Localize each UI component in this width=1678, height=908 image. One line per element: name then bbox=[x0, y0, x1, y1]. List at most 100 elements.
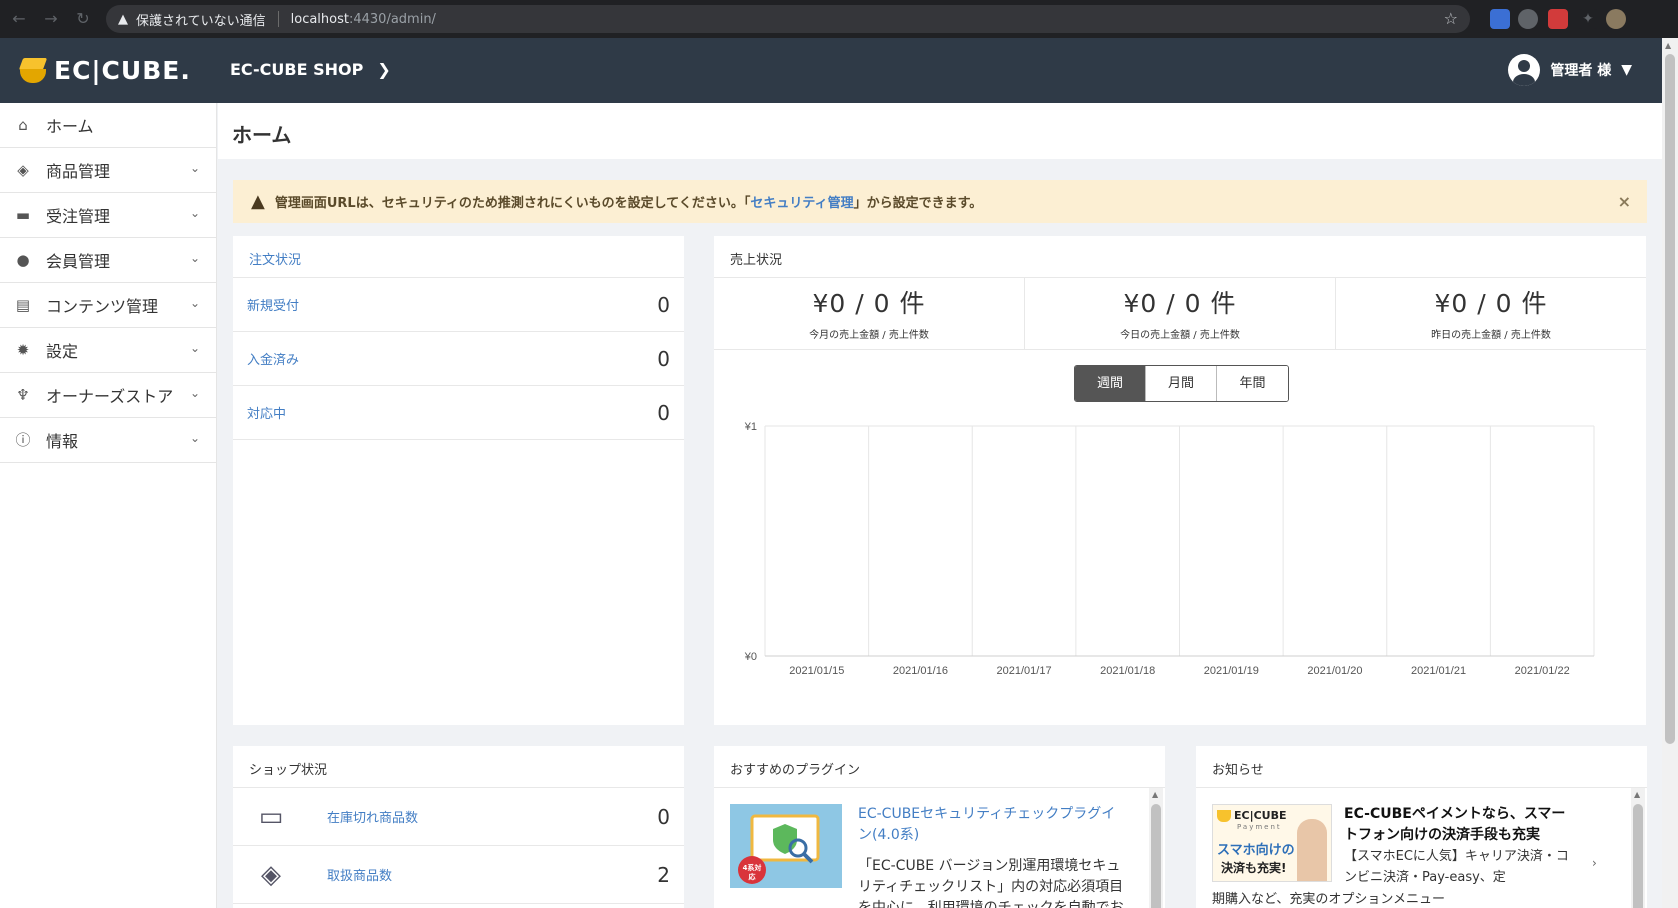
shop-status-card: ショップ状況 ▭ 在庫切れ商品数 0 ◈ 取扱商品数 2 bbox=[233, 746, 684, 908]
user-menu[interactable]: 管理者 様 ▼ bbox=[1508, 54, 1632, 86]
shop-row-out-of-stock[interactable]: ▭ 在庫切れ商品数 0 bbox=[233, 788, 684, 846]
plugin-title-link[interactable]: EC-CUBEセキュリティチェックプラグイン(4.0系) bbox=[858, 804, 1128, 846]
chevron-down-icon: ⌄ bbox=[189, 206, 200, 220]
extension-calendar-icon[interactable] bbox=[1490, 9, 1510, 29]
cart-icon: ▬ bbox=[15, 206, 31, 224]
shop-label[interactable]: 取扱商品数 bbox=[327, 865, 657, 884]
extension-dots-icon[interactable] bbox=[1548, 9, 1568, 29]
scroll-up-icon[interactable]: ▲ bbox=[1665, 41, 1671, 50]
shop-label[interactable]: 在庫切れ商品数 bbox=[327, 807, 657, 826]
order-label[interactable]: 入金済み bbox=[247, 349, 299, 368]
sidebar: ⌂ ホーム ◈ 商品管理 ⌄ ▬ 受注管理 ⌄ ● 会員管理 ⌄ ▤ コンテンツ… bbox=[0, 103, 217, 908]
shop-name: EC-CUBE SHOP bbox=[230, 60, 364, 79]
chevron-down-icon: ⌄ bbox=[189, 161, 200, 175]
inbox-icon: ▭ bbox=[258, 801, 284, 832]
news-item-title[interactable]: EC-CUBEペイメントなら、スマートフォン向けの決済手段も充実 bbox=[1344, 804, 1574, 846]
extension-puzzle-icon[interactable]: ✦ bbox=[1578, 9, 1598, 29]
order-row-paid[interactable]: 入金済み 0 bbox=[233, 332, 684, 386]
plugin-thumbnail[interactable]: 4系対応 bbox=[730, 804, 842, 888]
x-tick-label: 2021/01/22 bbox=[1515, 665, 1570, 677]
news-banner[interactable]: EC|CUBE Payment スマホ向けの 決済も充実! bbox=[1212, 804, 1332, 882]
stat-value: ¥0 / 0 件 bbox=[812, 289, 926, 318]
plugin-badge: 4系対応 bbox=[742, 864, 762, 881]
banner-brand: EC|CUBE bbox=[1234, 809, 1287, 822]
close-icon[interactable]: × bbox=[1618, 192, 1631, 211]
stat-today: ¥0 / 0 件 今日の売上金額 / 売上件数 bbox=[1025, 278, 1336, 349]
order-count: 0 bbox=[657, 292, 670, 317]
plugins-scrollbar[interactable]: ▲ bbox=[1149, 788, 1163, 908]
y-tick-label: ¥1 bbox=[744, 421, 757, 433]
sidebar-item-customers[interactable]: ● 会員管理 ⌄ bbox=[0, 238, 216, 283]
extension-chat-icon[interactable] bbox=[1518, 9, 1538, 29]
order-label[interactable]: 対応中 bbox=[247, 403, 286, 422]
order-row-new[interactable]: 新規受付 0 bbox=[233, 278, 684, 332]
user-name: 管理者 様 bbox=[1550, 63, 1612, 79]
url-host: localhost bbox=[290, 11, 349, 27]
security-alert: ▲ 管理画面URLは、セキュリティのため推測されにくいものを設定してください。「… bbox=[233, 180, 1647, 223]
y-tick-label: ¥0 bbox=[744, 651, 757, 663]
security-status[interactable]: 保護されていない通信 bbox=[136, 10, 266, 29]
chevron-down-icon: ⌄ bbox=[189, 431, 200, 445]
period-monthly-button[interactable]: 月間 bbox=[1146, 366, 1217, 401]
news-card: お知らせ EC|CUBE Payment スマホ向けの 決済も充実! EC-CU… bbox=[1196, 746, 1647, 908]
chevron-right-icon[interactable]: › bbox=[1592, 856, 1597, 870]
x-tick-label: 2021/01/20 bbox=[1307, 665, 1362, 677]
banner-line-1: スマホ向けの bbox=[1217, 843, 1295, 858]
sidebar-item-home[interactable]: ⌂ ホーム bbox=[0, 103, 216, 148]
security-settings-link[interactable]: セキュリティ管理 bbox=[750, 192, 853, 211]
order-row-processing[interactable]: 対応中 0 bbox=[233, 386, 684, 440]
cube-icon: ◈ bbox=[17, 161, 29, 179]
shop-row-products[interactable]: ◈ 取扱商品数 2 bbox=[233, 846, 684, 904]
x-tick-label: 2021/01/18 bbox=[1100, 665, 1155, 677]
plugins-card: おすすめのプラグイン 4系対応 EC-CUBEセキュリティチェックプラグイン(4… bbox=[714, 746, 1165, 908]
x-tick-label: 2021/01/16 bbox=[893, 665, 948, 677]
profile-avatar[interactable] bbox=[1606, 9, 1626, 29]
sidebar-item-contents[interactable]: ▤ コンテンツ管理 ⌄ bbox=[0, 283, 216, 328]
sidebar-item-orders[interactable]: ▬ 受注管理 ⌄ bbox=[0, 193, 216, 238]
chevron-right-icon: ❯ bbox=[377, 60, 391, 79]
sidebar-item-label: 商品管理 bbox=[46, 162, 111, 181]
order-label[interactable]: 新規受付 bbox=[247, 295, 299, 314]
home-icon: ⌂ bbox=[18, 116, 28, 134]
sales-stats: ¥0 / 0 件 今月の売上金額 / 売上件数 ¥0 / 0 件 今日の売上金額… bbox=[714, 278, 1646, 350]
bookmark-star-icon[interactable]: ☆ bbox=[1444, 9, 1458, 28]
page-scrollbar[interactable]: ▲ bbox=[1662, 38, 1678, 908]
url-path: :4430/admin/ bbox=[348, 11, 436, 27]
woman-photo bbox=[1297, 819, 1327, 881]
sidebar-item-info[interactable]: ⓘ 情報 ⌄ bbox=[0, 418, 216, 463]
users-icon: ● bbox=[16, 251, 30, 269]
alert-text-before: 管理画面URLは、セキュリティのため推測されにくいものを設定してください。「 bbox=[274, 196, 751, 211]
cubes-icon: ◈ bbox=[261, 859, 281, 890]
shop-link[interactable]: EC-CUBE SHOP ❯ bbox=[230, 60, 391, 79]
shop-count: 0 bbox=[657, 804, 670, 829]
news-scrollbar[interactable]: ▲ bbox=[1631, 788, 1645, 908]
news-item-description-2: 期購入など、充実のオプションメニュー bbox=[1212, 892, 1445, 907]
address-bar[interactable]: ▲ 保護されていない通信 localhost :4430/admin/ ☆ bbox=[106, 5, 1470, 33]
stat-label: 今日の売上金額 / 売上件数 bbox=[1120, 330, 1240, 341]
forward-icon[interactable]: → bbox=[40, 8, 62, 30]
sales-status-title: 売上状況 bbox=[714, 236, 1646, 278]
chevron-down-icon: ⌄ bbox=[189, 386, 200, 400]
cube-logo-icon bbox=[1217, 809, 1231, 822]
sales-status-card: 売上状況 ¥0 / 0 件 今月の売上金額 / 売上件数 ¥0 / 0 件 今日… bbox=[714, 236, 1646, 725]
stat-label: 今月の売上金額 / 売上件数 bbox=[809, 330, 929, 341]
order-status-card: 注文状況 新規受付 0 入金済み 0 対応中 0 bbox=[233, 236, 684, 725]
order-status-title[interactable]: 注文状況 bbox=[233, 236, 684, 278]
scrollbar-thumb[interactable] bbox=[1665, 54, 1675, 744]
scrollbar-thumb[interactable] bbox=[1151, 804, 1161, 908]
chevron-down-icon: ⌄ bbox=[189, 251, 200, 265]
sidebar-item-products[interactable]: ◈ 商品管理 ⌄ bbox=[0, 148, 216, 193]
period-yearly-button[interactable]: 年間 bbox=[1217, 366, 1288, 401]
scroll-up-icon[interactable]: ▲ bbox=[1152, 790, 1158, 799]
reload-icon[interactable]: ↻ bbox=[72, 8, 94, 30]
scroll-up-icon[interactable]: ▲ bbox=[1634, 790, 1640, 799]
plugins-title: おすすめのプラグイン bbox=[714, 746, 1165, 788]
ec-cube-logo[interactable]: EC|CUBE. bbox=[18, 56, 191, 85]
period-toggle: 週間 月間 年間 bbox=[1074, 365, 1289, 402]
alert-text-after: 」から設定できます。 bbox=[853, 196, 983, 211]
back-icon[interactable]: ← bbox=[8, 8, 30, 30]
sidebar-item-settings[interactable]: ✹ 設定 ⌄ bbox=[0, 328, 216, 373]
scrollbar-thumb[interactable] bbox=[1633, 804, 1643, 908]
sidebar-item-store[interactable]: ♆ オーナーズストア ⌄ bbox=[0, 373, 216, 418]
period-weekly-button[interactable]: 週間 bbox=[1075, 366, 1146, 401]
